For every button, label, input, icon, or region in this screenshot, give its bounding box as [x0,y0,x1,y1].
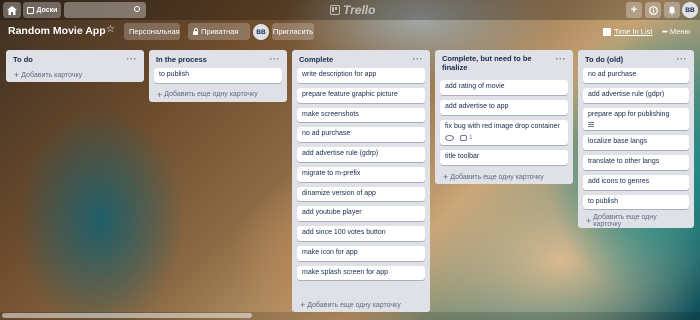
list-title[interactable]: To do (old) [585,55,623,64]
home-icon [7,5,17,15]
star-icon[interactable]: ☆ [106,24,115,35]
description-icon [588,122,594,128]
card[interactable]: no ad purchase [297,127,425,142]
add-card-label: Добавить карточку [21,71,83,79]
info-button[interactable] [645,2,661,18]
list-menu-icon[interactable]: ··· [556,54,567,65]
plus-icon: + [443,172,449,183]
menu-label: Меню [669,27,691,36]
card-badges: 1 [445,134,563,142]
list-title[interactable]: To do [13,55,33,64]
visibility-button[interactable]: Приватная [188,23,250,40]
add-card-label: Добавить еще одну карточку [593,214,657,229]
watching-icon [445,135,454,142]
card[interactable]: make icon for app [297,245,425,261]
list-menu-icon[interactable]: ··· [677,54,688,64]
user-avatar[interactable]: BB [682,2,698,18]
plus-icon: + [300,300,306,310]
time-in-list-button[interactable]: Time In List [603,27,652,36]
card[interactable]: add youtube player [297,206,425,221]
list-to-do: To do ··· + Добавить карточку [6,50,144,82]
add-card-label: Добавить еще одну карточку [164,91,258,99]
boards-label: Доски [36,6,58,14]
card[interactable]: to publish [154,68,282,83]
plus-icon: + [586,216,592,227]
visibility-label: Приватная [201,27,239,36]
time-in-list-icon [603,27,611,36]
boards-icon [26,6,34,14]
top-bar: Доски Trello + BB [0,0,700,20]
more-icon: ••• [662,27,668,36]
bell-icon [668,6,676,15]
notifications-button[interactable] [664,2,680,18]
card[interactable]: dinamize version of app [297,186,425,202]
card[interactable]: add advertise to app [440,99,568,115]
card[interactable]: make screenshots [297,107,425,123]
board-title[interactable]: Random Movie App [8,25,106,37]
card[interactable]: localize base langs [583,135,689,150]
search-input[interactable] [64,2,146,18]
plus-icon: + [14,70,20,80]
card[interactable]: to publish [583,194,689,210]
card[interactable]: prepare app for publishing [583,107,689,131]
list-in-the-process: In the process ··· to publish + Добавить… [149,50,287,102]
list-complete-need-finalize: Complete, but need to be finalize ··· ad… [435,50,573,185]
card[interactable]: no ad purchase [583,68,689,83]
comment-count: 1 [469,134,473,142]
list-menu-icon[interactable]: ··· [413,54,424,64]
lock-icon [193,27,198,35]
list-title[interactable]: Complete, but need to be finalize [442,54,552,73]
home-button[interactable] [3,2,21,18]
card[interactable]: make splash screen for app [297,265,425,281]
add-card-label: Добавить еще одну карточку [450,173,544,181]
logo-text: Trello [343,3,376,17]
card[interactable]: write description for app [297,68,425,83]
add-card-button[interactable]: + Добавить еще одну карточку [149,88,287,102]
card[interactable]: add icons to genres [583,174,689,190]
card-title: fix bug with red image drop container [445,122,560,130]
list-menu-icon[interactable]: ··· [127,54,138,64]
list-complete: Complete ··· write description for app p… [292,50,430,312]
card[interactable]: fix bug with red image drop container 1 [440,119,568,146]
plus-icon: + [630,4,638,16]
add-card-button[interactable]: + Добавить еще одну карточку [578,214,694,228]
card[interactable]: add advertise rule (gdpr) [583,87,689,103]
trello-logo-icon [330,5,340,15]
info-icon [648,5,658,15]
comment-icon [460,135,467,142]
card[interactable]: add since 100 votes button [297,226,425,241]
list-to-do-old: To do (old) ··· no ad purchase add adver… [578,50,694,229]
add-card-button[interactable]: + Добавить еще одну карточку [292,298,430,312]
list-title[interactable]: Complete [299,55,333,64]
plus-icon: + [157,89,163,100]
card[interactable]: migrate to m-prefix [297,166,425,182]
card-title: prepare app for publishing [588,110,670,118]
add-card-label: Добавить еще одну карточку [307,301,401,309]
create-button[interactable]: + [626,2,642,18]
list-menu-icon[interactable]: ··· [270,54,281,64]
team-button[interactable]: Персональная [124,23,180,40]
scrollbar-thumb[interactable] [2,313,252,318]
search-icon [134,6,140,12]
card[interactable]: add rating of movie [440,80,568,95]
trello-logo[interactable]: Trello [330,3,375,17]
boards-button[interactable]: Доски [23,2,61,18]
card[interactable]: title toolbar [440,150,568,166]
add-card-button[interactable]: + Добавить еще одну карточку [435,170,573,184]
card[interactable]: add advertise rule (gdrp) [297,147,425,162]
list-title[interactable]: In the process [156,55,207,64]
time-in-list-label: Time In List [614,27,653,36]
board-member-avatar[interactable]: BB [253,24,269,40]
show-menu-button[interactable]: ••• Меню [662,27,690,36]
invite-button[interactable]: Пригласить [272,23,314,40]
card[interactable]: prepare feature graphic picture [297,87,425,103]
card[interactable]: translate to other langs [583,155,689,170]
board-scrollbar[interactable] [0,312,700,320]
add-card-button[interactable]: + Добавить карточку [6,68,144,82]
